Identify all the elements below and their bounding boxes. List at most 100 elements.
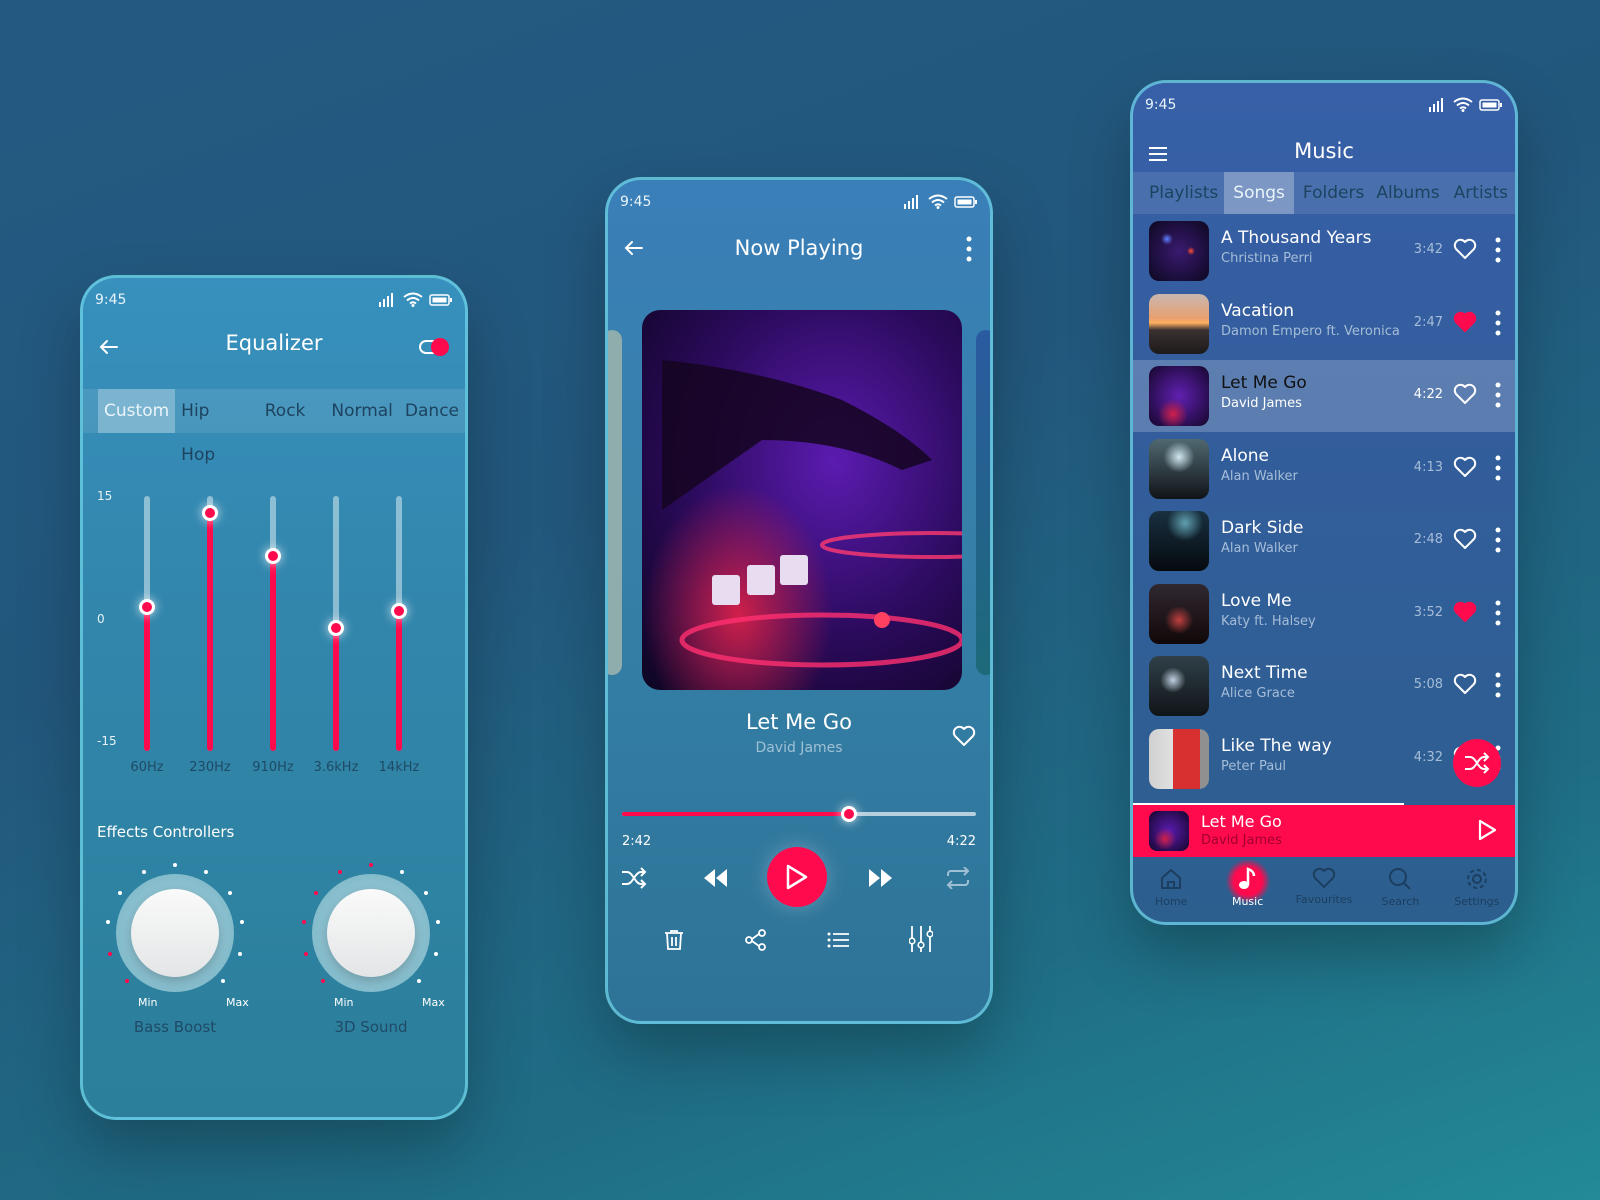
more-options-icon[interactable] [1495,382,1501,412]
song-duration: 4:13 [1413,459,1443,475]
progress-handle[interactable] [840,806,857,822]
dial-name: Bass Boost [133,1018,217,1036]
tab-artists[interactable]: Artists [1448,172,1514,214]
song-title: Dark Side [1221,518,1304,538]
song-thumbnail [1149,293,1209,354]
bottom-navigation: Home Music Favourites Search Settings [1133,857,1515,922]
progress-slider[interactable] [622,806,976,822]
heart-outline-icon[interactable] [1453,238,1477,264]
nav-label: Favourites [1295,893,1353,906]
tab-playlists[interactable]: Playlists [1143,172,1224,214]
heart-outline-icon[interactable] [1453,528,1477,554]
more-options-icon[interactable] [1495,237,1501,267]
more-options-icon[interactable] [966,236,972,266]
preset-tabs: Custom Hip Hop Rock Normal Dance [83,389,465,465]
heart-outline-icon[interactable] [1453,383,1477,409]
more-options-icon[interactable] [1495,527,1501,557]
eq-band-label: 230Hz [189,760,231,775]
eq-band-handle[interactable] [391,602,407,619]
more-options-icon[interactable] [1495,672,1501,702]
tab-normal[interactable]: Normal [325,389,399,433]
mini-player[interactable]: Let Me Go David James [1133,805,1515,857]
play-button[interactable] [767,847,827,907]
eq-band-14khz[interactable] [391,496,407,751]
3d-sound-dial[interactable] [296,858,446,1008]
repeat-icon[interactable] [944,864,972,892]
nav-label: Search [1381,895,1420,908]
eq-band-handle[interactable] [202,505,218,521]
album-art [642,310,962,690]
eq-band-3-6khz[interactable] [328,496,344,751]
heart-outline-icon[interactable] [1453,456,1477,482]
song-row[interactable]: Dark Side Alan Walker 2:48 [1133,505,1515,577]
heart-filled-icon[interactable] [1453,601,1477,627]
wifi-icon [928,194,948,209]
nav-label: Home [1154,895,1188,908]
eq-band-60hz[interactable] [139,496,155,751]
shuffle-icon[interactable] [620,864,648,892]
tab-folders[interactable]: Folders [1297,172,1370,214]
page-title: Now Playing [734,236,864,260]
song-row[interactable]: Vacation Damon Empero ft. Veronica 2:47 [1133,288,1515,360]
nav-item-favourites[interactable]: Favourites [1286,857,1362,922]
nav-item-search[interactable]: Search [1362,857,1438,922]
song-title: Let Me Go [1221,373,1307,393]
mini-player-thumbnail [1149,811,1189,851]
dial-max-label: Max [422,996,445,1009]
tab-songs[interactable]: Songs [1224,172,1294,214]
page-title: Music [1294,139,1354,163]
song-row[interactable]: Love Me Katy ft. Halsey 3:52 [1133,578,1515,650]
eq-band-910hz[interactable] [265,496,281,751]
playlist-icon[interactable] [826,928,850,952]
eq-band-handle[interactable] [139,598,155,615]
search-icon [1388,867,1412,891]
nav-label: Music [1231,895,1264,908]
elapsed-time: 2:42 [622,834,652,849]
equalizer-icon[interactable] [908,925,934,953]
heart-filled-icon[interactable] [1453,311,1477,337]
equalizer-screen: 9:45 Equalizer Custom Hip Hop Rock Norma… [80,275,468,1120]
nav-item-music[interactable]: Music [1209,857,1285,922]
tab-hip-hop[interactable]: Hip Hop [175,389,251,465]
nav-item-settings[interactable]: Settings [1439,857,1515,922]
more-options-icon[interactable] [1495,600,1501,630]
delete-icon[interactable] [662,928,686,952]
dial-knob[interactable] [327,889,415,977]
more-options-icon[interactable] [1495,455,1501,485]
tab-custom[interactable]: Custom [98,389,176,433]
equalizer-toggle[interactable] [419,337,451,361]
eq-band-handle[interactable] [265,547,281,564]
nav-item-home[interactable]: Home [1133,857,1209,922]
shuffle-fab[interactable] [1453,739,1501,787]
battery-icon [954,195,978,208]
bass-boost-dial[interactable] [100,858,250,1008]
song-artist: Alice Grace [1221,686,1295,701]
dial-level-dot [399,870,404,875]
mini-play-icon[interactable] [1477,819,1497,845]
fast-forward-icon[interactable] [866,864,896,892]
song-thumbnail [1149,221,1209,281]
favorite-heart-icon[interactable] [952,725,976,751]
next-album-art[interactable] [976,330,990,675]
eq-band-fill [333,627,339,751]
eq-band-230hz[interactable] [202,496,218,751]
song-title: Like The way [1221,735,1332,756]
dial-knob[interactable] [131,889,219,977]
dial-level-dot [173,863,177,867]
song-row[interactable]: A Thousand Years Christina Perri 3:42 [1133,215,1515,287]
song-thumbnail [1149,438,1209,499]
more-options-icon[interactable] [1495,310,1501,340]
previous-album-art[interactable] [608,330,622,675]
eq-band-handle[interactable] [328,619,344,636]
song-row[interactable]: Alone Alan Walker 4:13 [1133,433,1515,505]
song-row[interactable]: Let Me Go David James 4:22 [1133,360,1515,432]
tab-albums[interactable]: Albums [1370,172,1445,214]
share-icon[interactable] [744,928,768,952]
tab-dance[interactable]: Dance [399,389,465,433]
heart-outline-icon[interactable] [1453,673,1477,699]
song-duration: 3:42 [1413,242,1443,257]
tab-rock[interactable]: Rock [259,389,312,433]
rewind-icon[interactable] [700,864,730,892]
song-row[interactable]: Next Time Alice Grace 5:08 [1133,650,1515,722]
song-duration: 4:22 [1413,387,1443,402]
